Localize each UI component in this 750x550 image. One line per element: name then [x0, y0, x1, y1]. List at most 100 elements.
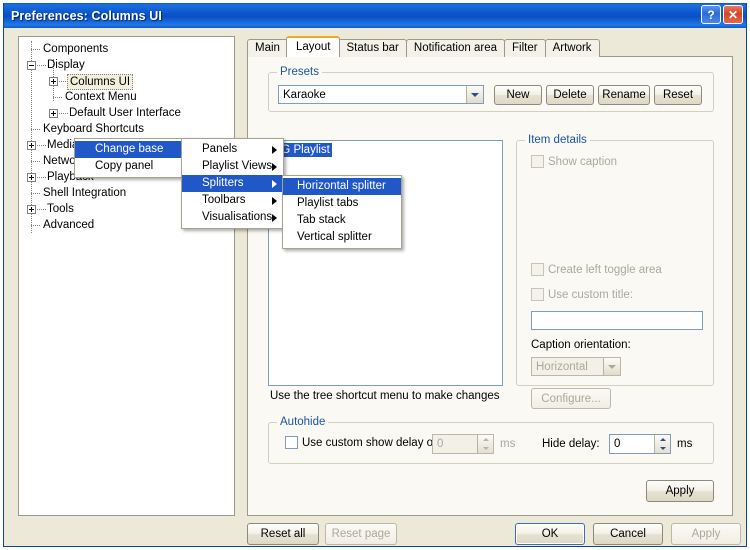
- stepper-down-icon[interactable]: [655, 444, 670, 453]
- presets-legend: Presets: [277, 66, 322, 78]
- hide-delay-label: Hide delay:: [542, 438, 600, 450]
- tab-status-bar[interactable]: Status bar: [338, 39, 407, 57]
- tree-dash: [31, 161, 40, 163]
- menu-item-playlist-views[interactable]: Playlist Views: [182, 158, 283, 175]
- configure-button: Configure...: [531, 388, 611, 409]
- dialog-client-area: Components Display Columns UI Context Me…: [4, 28, 746, 545]
- menu-item-label: Vertical splitter: [297, 231, 372, 243]
- reset-page-button: Reset page: [325, 523, 397, 545]
- autohide-legend: Autohide: [277, 416, 329, 428]
- expand-icon[interactable]: [27, 205, 36, 214]
- cancel-button[interactable]: Cancel: [593, 523, 663, 545]
- hide-delay-value[interactable]: 0: [610, 435, 654, 453]
- stepper-buttons[interactable]: [654, 435, 670, 453]
- item-details-group: Item details Show caption Create left to…: [516, 134, 714, 409]
- expand-icon[interactable]: [49, 109, 58, 118]
- menu-item-label: Playlist tabs: [297, 197, 359, 209]
- tree-item-columns-ui[interactable]: Columns UI: [19, 73, 234, 90]
- menu-item-splitters[interactable]: Splitters: [182, 175, 283, 192]
- menu-item-label: Toolbars: [202, 194, 246, 206]
- menu-item-panels[interactable]: Panels: [182, 141, 283, 158]
- show-delay-unit: ms: [500, 438, 516, 450]
- chevron-down-icon[interactable]: [466, 86, 483, 103]
- chevron-right-icon: [272, 146, 277, 154]
- show-caption-checkbox: Show caption: [531, 155, 617, 168]
- tab-page-layout: Presets Karaoke New Delete Rename Reset …: [247, 56, 733, 516]
- chevron-down-icon: [603, 358, 620, 375]
- tree-dash: [31, 49, 40, 51]
- hide-delay-unit: ms: [677, 438, 693, 450]
- tab-layout[interactable]: Layout: [285, 36, 341, 57]
- tree-dash: [37, 177, 46, 179]
- expand-icon[interactable]: [27, 141, 36, 150]
- preset-select[interactable]: Karaoke: [278, 85, 484, 104]
- stepper-up-icon: [478, 435, 493, 444]
- preset-rename-button[interactable]: Rename: [598, 85, 650, 105]
- context-menu-level3[interactable]: Horizontal splitter Playlist tabs Tab st…: [282, 175, 402, 249]
- menu-item-label: Change base: [95, 143, 164, 155]
- caption-orientation-select: Horizontal: [531, 357, 621, 376]
- menu-item-tab-stack[interactable]: Tab stack: [283, 212, 401, 229]
- context-menu-level2[interactable]: Panels Playlist Views Splitters Toolbars…: [181, 138, 284, 229]
- reset-all-button[interactable]: Reset all: [247, 523, 319, 545]
- tree-dash: [31, 129, 40, 131]
- preset-selected-value: Karaoke: [283, 88, 326, 101]
- stepper-up-icon[interactable]: [655, 435, 670, 444]
- tree-item-display[interactable]: Display: [19, 57, 234, 73]
- use-custom-title-checkbox: Use custom title:: [531, 288, 633, 301]
- preset-reset-button[interactable]: Reset: [654, 85, 702, 105]
- checkbox-icon: [531, 155, 544, 168]
- caption-orientation-value: Horizontal: [536, 360, 588, 373]
- stepper-down-icon: [478, 444, 493, 453]
- close-button[interactable]: ✕: [723, 5, 743, 24]
- hide-delay-stepper[interactable]: 0: [609, 434, 671, 454]
- menu-item-vertical-splitter[interactable]: Vertical splitter: [283, 229, 401, 246]
- checkbox-icon[interactable]: [285, 436, 298, 449]
- tree-item-label: Display: [47, 59, 85, 71]
- tab-notification-area[interactable]: Notification area: [405, 39, 505, 57]
- chevron-right-icon: [272, 197, 277, 205]
- presets-group: Presets Karaoke New Delete Rename Reset: [268, 66, 714, 112]
- tab-main[interactable]: Main: [247, 39, 288, 57]
- expand-icon[interactable]: [27, 173, 36, 182]
- custom-title-input[interactable]: [531, 311, 703, 330]
- collapse-icon[interactable]: [27, 61, 36, 70]
- help-button[interactable]: ?: [701, 5, 721, 24]
- tree-item-label: Advanced: [43, 219, 95, 231]
- tree-item-keyboard-shortcuts[interactable]: Keyboard Shortcuts: [19, 121, 234, 137]
- menu-item-label: Tab stack: [297, 214, 346, 226]
- caption-orientation-label: Caption orientation:: [531, 339, 631, 351]
- tab-artwork[interactable]: Artwork: [544, 39, 600, 57]
- use-custom-show-delay-checkbox[interactable]: Use custom show delay of: [285, 436, 436, 449]
- tab-filter[interactable]: Filter: [504, 39, 546, 57]
- preferences-tree[interactable]: Components Display Columns UI Context Me…: [18, 36, 235, 516]
- menu-item-label: Splitters: [202, 177, 244, 189]
- use-custom-title-label: Use custom title:: [548, 288, 633, 301]
- ok-button[interactable]: OK: [515, 523, 585, 545]
- tree-item-components[interactable]: Components: [19, 41, 234, 57]
- tree-item-label: Context Menu: [65, 91, 137, 103]
- tree-dash: [37, 145, 46, 147]
- tree-item-label: Columns UI: [67, 74, 134, 90]
- tree-item-label: Tools: [47, 203, 74, 215]
- expand-icon[interactable]: [49, 77, 58, 86]
- menu-item-horizontal-splitter[interactable]: Horizontal splitter: [283, 178, 401, 195]
- tree-dash: [37, 209, 46, 211]
- menu-item-playlist-tabs[interactable]: Playlist tabs: [283, 195, 401, 212]
- tree-item-context-menu[interactable]: Context Menu: [19, 89, 234, 105]
- chevron-right-icon: [272, 214, 277, 222]
- preset-new-button[interactable]: New: [494, 85, 542, 105]
- tab-apply-button[interactable]: Apply: [646, 480, 714, 502]
- checkbox-icon: [531, 288, 544, 301]
- title-bar: Preferences: Columns UI ? ✕: [4, 3, 746, 29]
- menu-item-toolbars[interactable]: Toolbars: [182, 192, 283, 209]
- tree-item-label: Default User Interface: [69, 107, 181, 119]
- tree-item-label: Shell Integration: [43, 187, 127, 199]
- tree-item-default-user-interface[interactable]: Default User Interface: [19, 105, 234, 121]
- show-caption-label: Show caption: [548, 155, 618, 168]
- preferences-window: Preferences: Columns UI ? ✕ Components D…: [3, 3, 747, 547]
- menu-item-visualisations[interactable]: Visualisations: [182, 209, 283, 226]
- preset-delete-button[interactable]: Delete: [546, 85, 594, 105]
- checkbox-icon: [531, 263, 544, 276]
- tree-dash: [31, 193, 40, 195]
